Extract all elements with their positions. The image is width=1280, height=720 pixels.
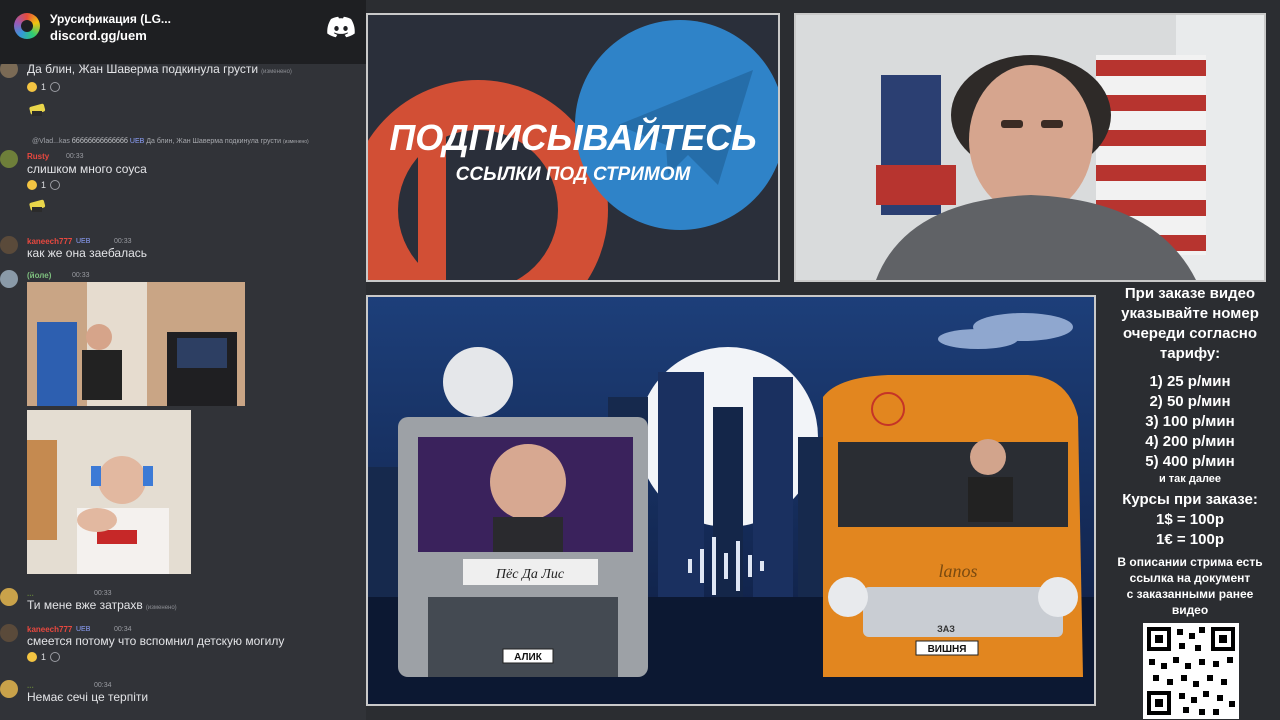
message-text: слишком много соуса <box>27 162 147 176</box>
right-vehicle-plate: ВИШНЯ <box>928 644 967 655</box>
image-attachment[interactable] <box>27 282 245 406</box>
timestamp: 00:34 <box>94 682 112 689</box>
avatar[interactable] <box>0 624 18 642</box>
info-desc-line: видео <box>1171 603 1209 617</box>
tariff-item: 1) 25 р/мин <box>1149 373 1231 390</box>
message-text: Немає сечі це терпіти <box>27 690 149 704</box>
role-badge: UEB <box>76 626 91 633</box>
info-intro-line: При заказе видео <box>1124 285 1256 302</box>
sticker-icon <box>29 199 46 212</box>
webcam-feed <box>794 13 1266 282</box>
info-intro-line: тарифу: <box>1159 345 1221 362</box>
promo-headline: ПОДПИСЫВАЙТЕСЬ <box>389 116 756 158</box>
tariff-item: 4) 200 р/мин <box>1145 433 1235 450</box>
left-vehicle-plate: АЛИК <box>514 652 543 663</box>
avatar[interactable] <box>0 588 18 606</box>
game-scene: Пёс Да Лис АЛИК lanos ЗАЗ ВИШНЯ <box>366 295 1096 706</box>
rate-item: 1€ = 100р <box>1156 531 1224 548</box>
webcam-image <box>796 15 1264 280</box>
reaction[interactable]: 1 <box>27 80 61 94</box>
message-text: Ти мене вже затрахв <box>27 598 143 612</box>
reaction[interactable]: 1 <box>27 178 61 192</box>
username[interactable]: (йоле) <box>27 271 51 280</box>
reaction[interactable]: 1 <box>27 650 61 664</box>
timestamp: 00:34 <box>114 626 132 633</box>
message-text: как же она заебалась <box>27 246 148 260</box>
chat-message[interactable]: @Vlad...kas бббббббббббббб UEB Да блин, … <box>0 136 366 226</box>
rate-item: 1$ = 100р <box>1156 511 1224 528</box>
emoji-icon <box>27 652 37 662</box>
edited-label: (изменено) <box>261 69 292 75</box>
promo-banner: ПОДПИСЫВАЙТЕСЬ ССЫЛКИ ПОД СТРИМОМ <box>366 13 780 282</box>
left-vehicle-sign: Пёс Да Лис <box>495 567 565 582</box>
promo-subline: ССЫЛКИ ПОД СТРИМОМ <box>456 164 692 185</box>
server-invite-link[interactable]: discord.gg/uem <box>50 28 147 43</box>
server-header[interactable]: Урусификация (LG... discord.gg/uem <box>0 0 366 64</box>
avatar[interactable] <box>0 270 18 288</box>
info-desc-line: ссылка на документ <box>1129 571 1251 585</box>
server-icon <box>14 13 40 39</box>
username[interactable]: ... <box>27 589 34 598</box>
info-intro-line: очереди согласно <box>1122 325 1258 342</box>
sticker-icon <box>29 103 46 116</box>
reply-preview[interactable]: @Vlad...kas бббббббббббббб UEB Да блин, … <box>32 138 309 145</box>
tariff-etc: и так далее <box>1158 473 1222 485</box>
reaction-count: 1 <box>41 82 47 92</box>
discord-chat-panel: Урусификация (LG... discord.gg/uem Да бл… <box>0 0 366 720</box>
qr-code-icon <box>1143 623 1239 719</box>
image-attachment[interactable] <box>27 410 191 574</box>
emoji-icon <box>27 180 37 190</box>
chat-message[interactable]: ... 00:34 Немає сечі це терпіти <box>0 678 366 708</box>
username[interactable]: ... <box>27 681 34 690</box>
timestamp: 00:33 <box>94 590 112 597</box>
info-desc-line: В описании стрима есть <box>1117 555 1263 569</box>
tariff-item: 3) 100 р/мин <box>1145 413 1235 430</box>
reaction-count: 1 <box>41 180 47 190</box>
edited-label: (изменено) <box>145 605 177 611</box>
chat-message[interactable]: kaneech777 UEB 00:33 как же она заебалас… <box>0 234 366 264</box>
avatar[interactable] <box>0 150 18 168</box>
right-vehicle-brand: lanos <box>938 561 977 581</box>
username[interactable]: Rusty <box>27 152 49 161</box>
qr-code[interactable] <box>1143 623 1239 719</box>
right-vehicle-logo: ЗАЗ <box>937 624 955 634</box>
attachment-photo <box>27 282 245 406</box>
chat-message[interactable]: kaneech777 UEB 00:34 смеется потому что … <box>0 622 366 668</box>
username[interactable]: kaneech777 <box>27 237 72 246</box>
chat-message[interactable]: Да блин, Жан Шаверма подкинула грусти (из… <box>0 58 366 128</box>
chat-message[interactable]: ... 00:33 Ти мене вже затрахв (изменено) <box>0 586 366 616</box>
chat-message[interactable]: (йоле) 00:33 <box>0 268 366 578</box>
server-name: Урусификация (LG... <box>50 12 171 26</box>
reaction-count: 1 <box>41 652 47 662</box>
attachment-photo <box>27 410 191 574</box>
info-desc-line: с заказанными ранее <box>1126 587 1254 601</box>
rates-title: Курсы при заказе: <box>1122 491 1258 508</box>
timestamp: 00:33 <box>66 153 84 160</box>
discord-logo-icon <box>327 16 355 38</box>
avatar[interactable] <box>0 236 18 254</box>
add-reaction-icon[interactable] <box>50 180 61 190</box>
message-text: Да блин, Жан Шаверма подкинула грусти <box>27 62 259 76</box>
add-reaction-icon[interactable] <box>50 82 61 92</box>
message-text: смеется потому что вспомнил детскую моги… <box>27 634 285 648</box>
username[interactable]: kaneech777 <box>27 625 72 634</box>
timestamp: 00:33 <box>72 272 90 279</box>
game-artwork: Пёс Да Лис АЛИК lanos ЗАЗ ВИШНЯ <box>368 297 1094 704</box>
right-vehicle: lanos ЗАЗ ВИШНЯ <box>823 375 1083 677</box>
tariff-item: 2) 50 р/мин <box>1149 393 1231 410</box>
order-info: При заказе видео указывайте номер очеред… <box>1100 284 1280 618</box>
timestamp: 00:33 <box>114 238 132 245</box>
promo-artwork: ПОДПИСЫВАЙТЕСЬ ССЫЛКИ ПОД СТРИМОМ <box>368 15 778 280</box>
role-badge: UEB <box>76 238 91 245</box>
avatar[interactable] <box>0 680 18 698</box>
emoji-icon <box>27 82 37 92</box>
add-reaction-icon[interactable] <box>50 652 61 662</box>
tariff-item: 5) 400 р/мин <box>1145 453 1235 470</box>
info-intro-line: указывайте номер <box>1121 305 1259 322</box>
